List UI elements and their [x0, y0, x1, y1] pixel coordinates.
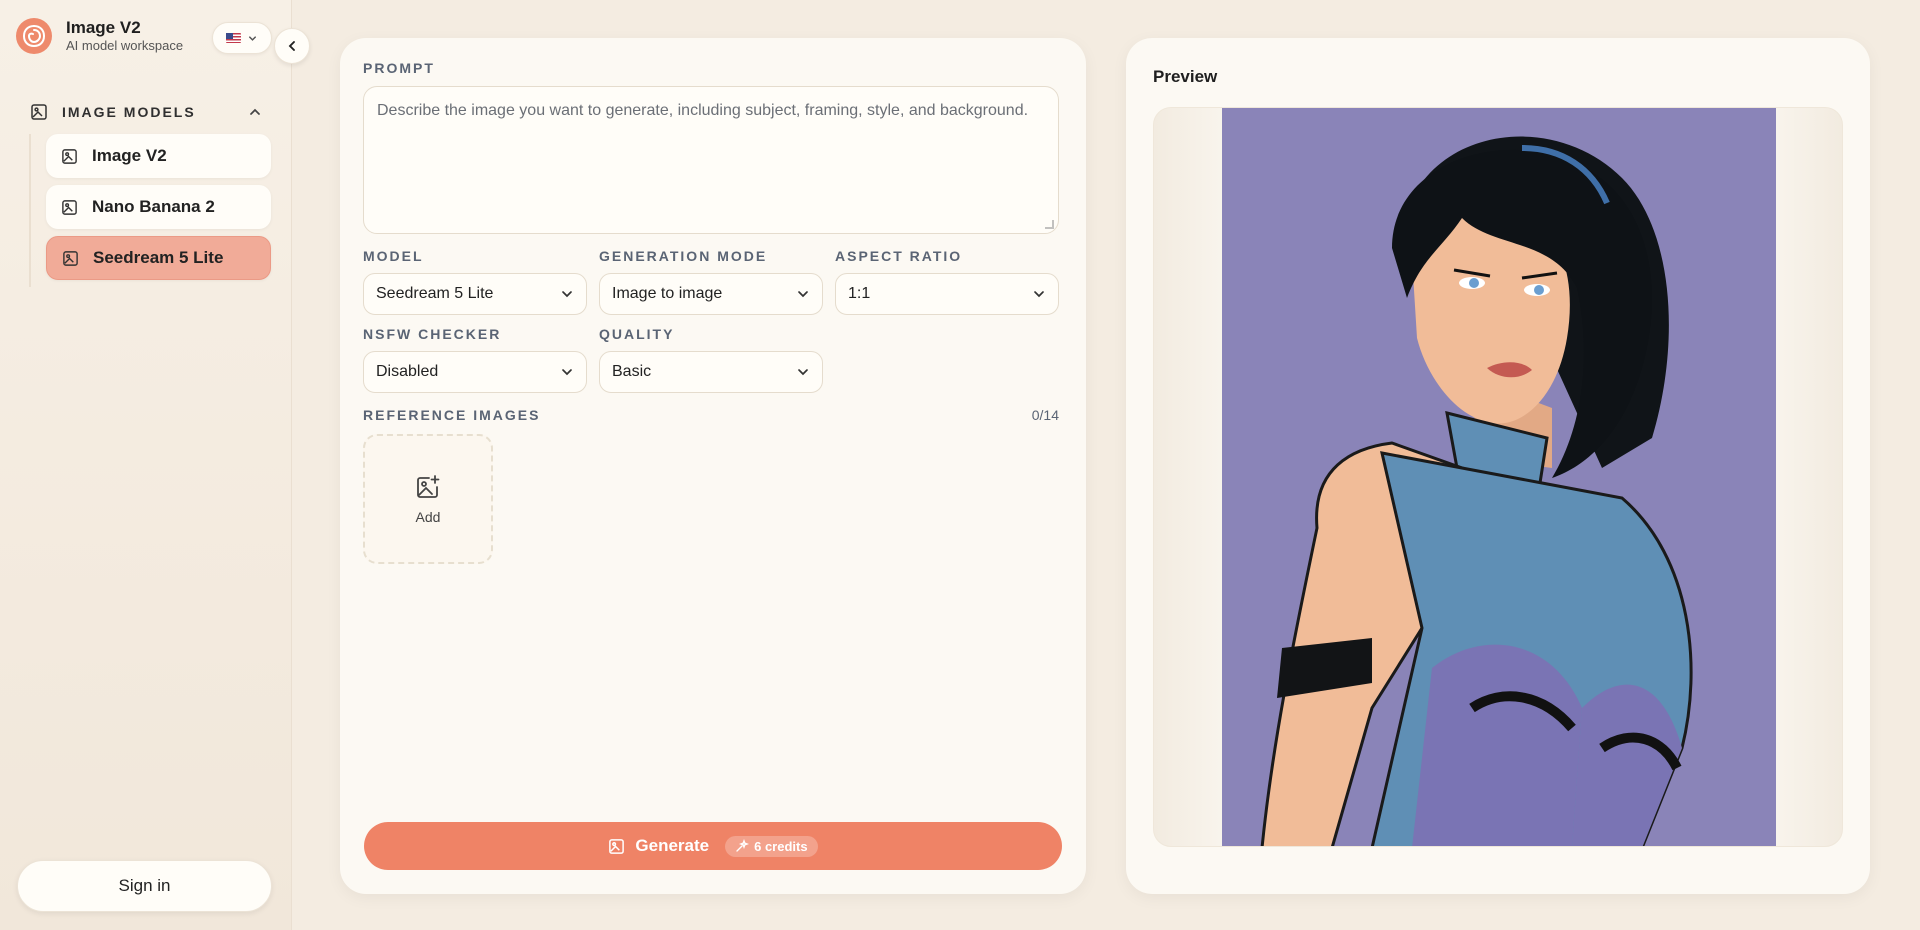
language-selector[interactable] [212, 22, 272, 54]
quality-select[interactable]: Basic [599, 351, 823, 393]
preview-panel: Preview [1126, 38, 1870, 894]
sidebar-item-label: Seedream 5 Lite [93, 248, 224, 267]
sidebar-item-label: Image V2 [92, 146, 167, 165]
credits-badge: 6 credits [725, 835, 818, 857]
generation-form-panel: PROMPT Describe the image you want to ge… [340, 38, 1086, 894]
chevron-down-icon [798, 291, 808, 298]
generation-mode-select[interactable]: Image to image [599, 273, 823, 315]
sparkle-icon [736, 839, 750, 852]
resize-handle[interactable] [1045, 220, 1054, 229]
sidebar: Image V2 AI model workspace IMAGE MODELS… [0, 0, 292, 930]
preview-frame [1153, 107, 1843, 847]
model-label: MODEL [363, 248, 424, 264]
chevron-down-icon [1034, 291, 1044, 298]
chevron-up-icon [250, 108, 260, 115]
model-value: Seedream 5 Lite [376, 285, 494, 302]
image-icon [62, 199, 77, 215]
model-nav-list: Image V2 Nano Banana 2 Seedream 5 Lite [29, 134, 275, 287]
chevron-down-icon [562, 369, 572, 376]
chevron-down-icon [562, 291, 572, 298]
model-select[interactable]: Seedream 5 Lite [363, 273, 587, 315]
image-icon [62, 148, 77, 164]
generation-mode-label: GENERATION MODE [599, 248, 768, 264]
nsfw-checker-select[interactable]: Disabled [363, 351, 587, 393]
add-label: Add [415, 509, 441, 525]
chevron-down-icon [249, 35, 256, 41]
sidebar-item-label: Nano Banana 2 [92, 197, 215, 216]
image-models-section-header[interactable]: IMAGE MODELS [30, 100, 262, 124]
aspect-ratio-select[interactable]: 1:1 [835, 273, 1059, 315]
generate-label: Generate [635, 836, 710, 855]
preview-image[interactable] [1222, 108, 1776, 847]
sidebar-item-image-v2[interactable]: Image V2 [46, 134, 271, 178]
prompt-label: PROMPT [363, 60, 435, 76]
section-title: IMAGE MODELS [62, 104, 196, 120]
generate-button[interactable]: Generate 6 credits [364, 822, 1062, 870]
brand-title: Image V2 [66, 18, 141, 37]
collapse-sidebar-button[interactable] [274, 28, 310, 64]
sidebar-item-nano-banana-2[interactable]: Nano Banana 2 [46, 185, 271, 229]
credits-text: 6 credits [754, 838, 808, 854]
reference-images-label: REFERENCE IMAGES [363, 407, 541, 423]
brand-text: Image V2 AI model workspace [66, 18, 183, 54]
aspect-ratio-label: ASPECT RATIO [835, 248, 963, 264]
brand-subtitle: AI model workspace [66, 38, 184, 53]
sidebar-item-seedream-5-lite[interactable]: Seedream 5 Lite [46, 236, 271, 280]
brand-logo-icon [16, 18, 52, 54]
sign-in-button[interactable]: Sign in [17, 860, 272, 912]
nsfw-checker-label: NSFW CHECKER [363, 326, 502, 342]
image-icon [31, 104, 47, 120]
quality-label: QUALITY [599, 326, 675, 342]
add-reference-image-button[interactable]: Add [363, 434, 493, 564]
image-icon [609, 838, 625, 854]
quality-value: Basic [612, 363, 652, 380]
brand: Image V2 AI model workspace [16, 18, 183, 54]
chevron-left-icon [288, 41, 295, 51]
generation-mode-value: Image to image [612, 285, 723, 302]
prompt-input[interactable]: Describe the image you want to generate,… [363, 86, 1059, 234]
preview-title: Preview [1153, 67, 1218, 86]
image-icon [63, 250, 78, 266]
aspect-ratio-value: 1:1 [848, 285, 871, 302]
prompt-placeholder: Describe the image you want to generate,… [377, 102, 1029, 119]
nsfw-checker-value: Disabled [376, 363, 439, 380]
reference-images-count: 0/14 [1031, 407, 1059, 423]
image-plus-icon [417, 475, 440, 498]
chevron-down-icon [798, 369, 808, 376]
us-flag-icon [226, 33, 241, 43]
